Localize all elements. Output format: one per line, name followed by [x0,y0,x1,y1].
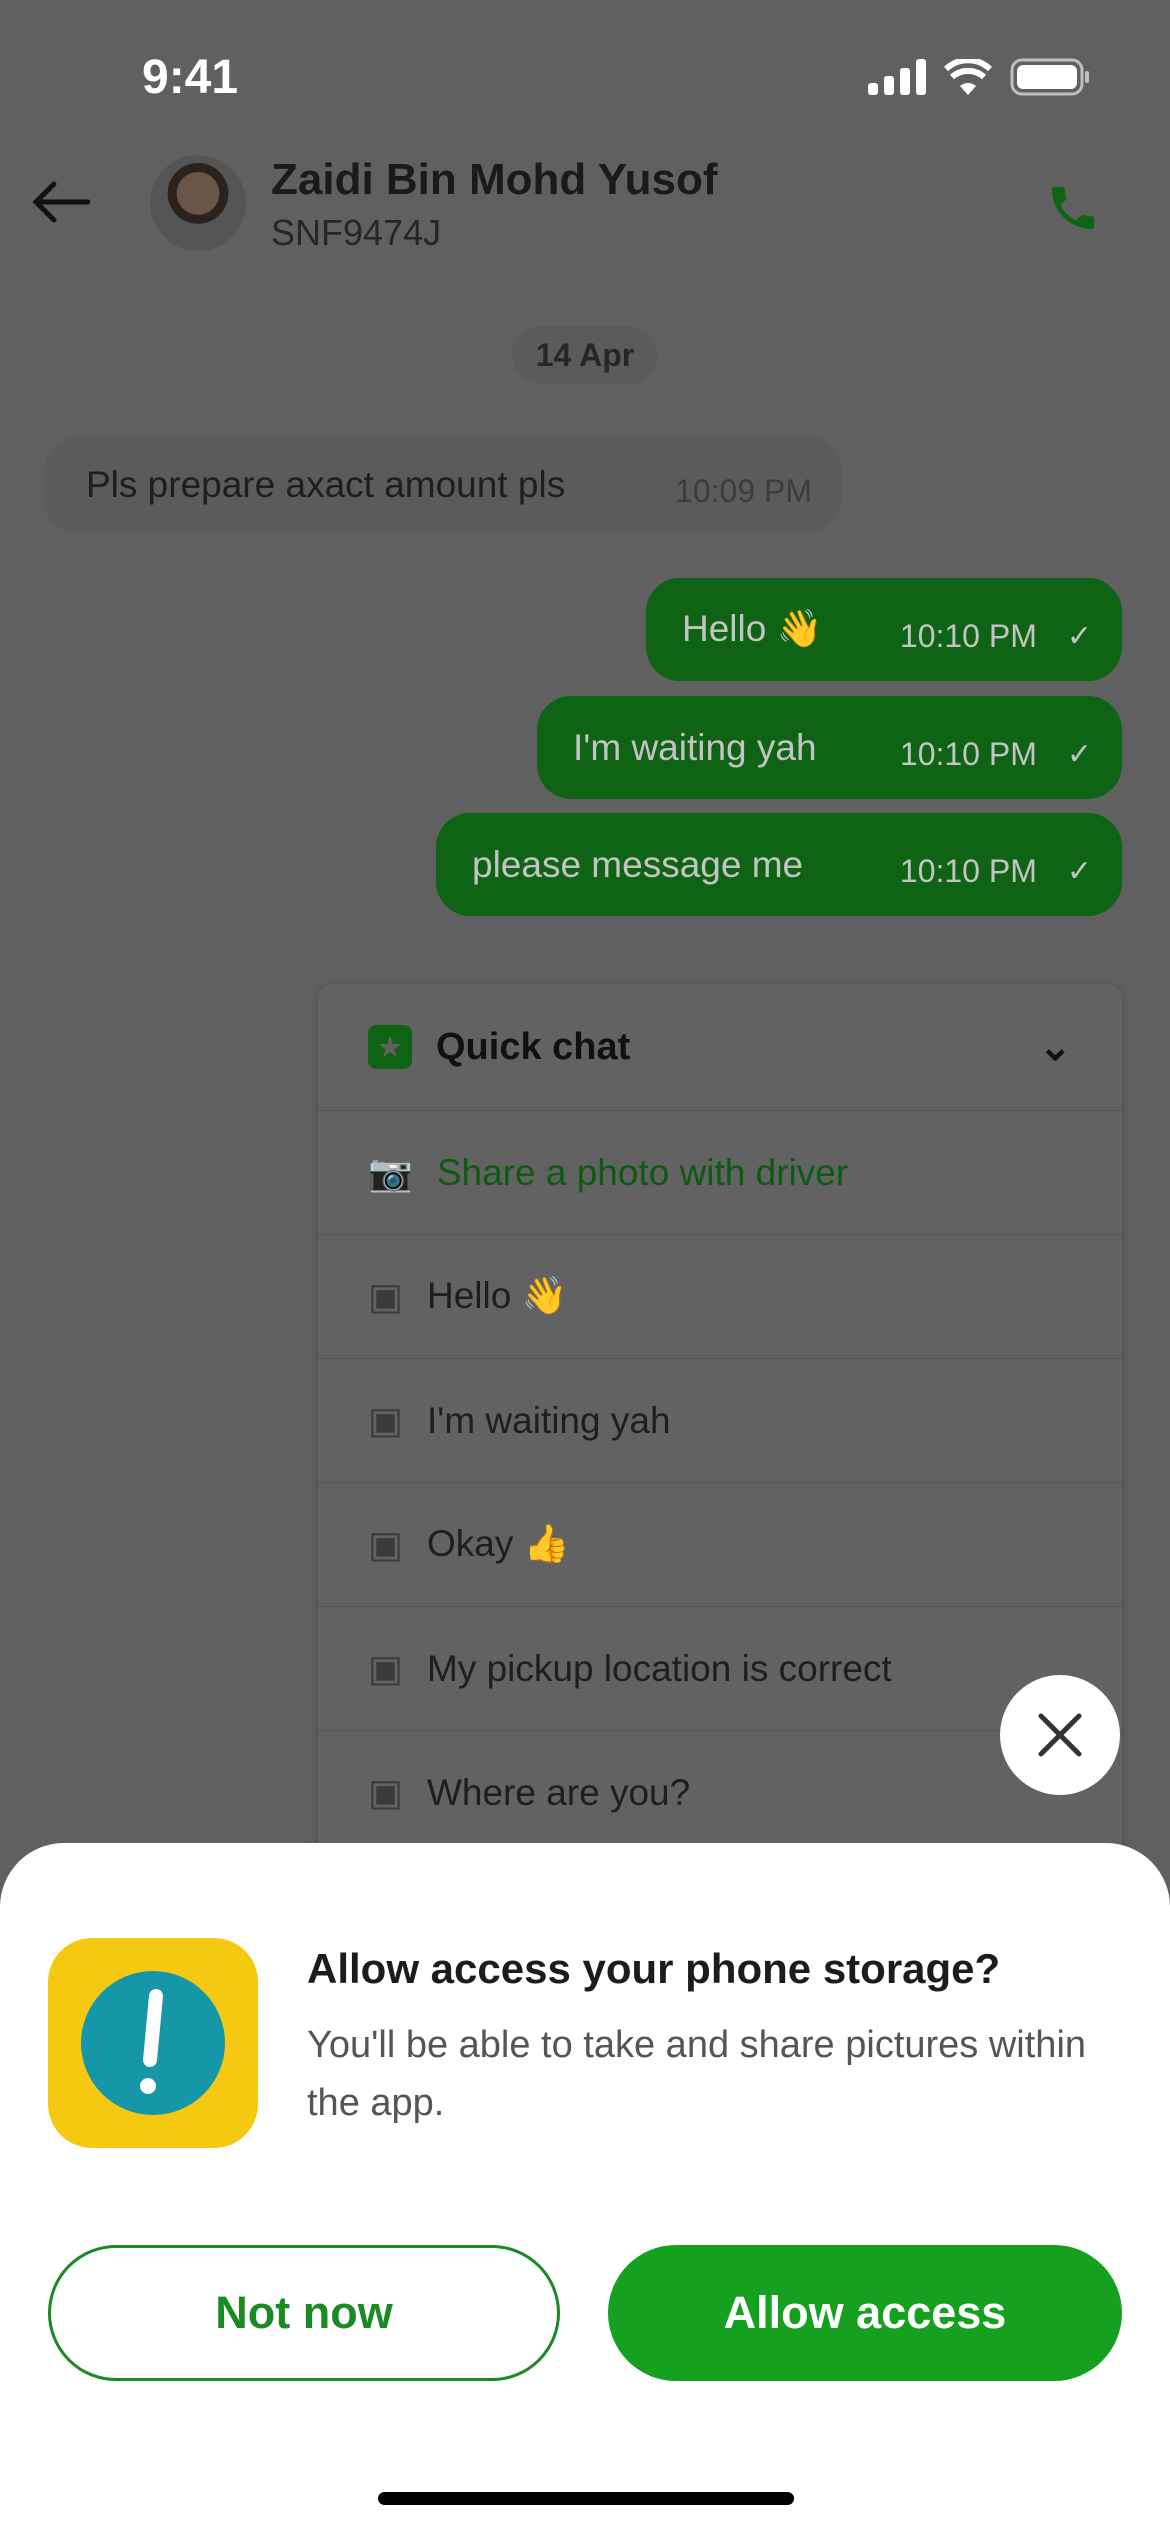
close-icon [1038,1713,1082,1757]
battery-icon [1010,58,1089,96]
allow-access-button[interactable]: Allow access [608,2245,1122,2381]
exclamation-icon [81,1971,225,2115]
message-time: 10:09 PM [675,473,812,509]
message-text: please message me [472,843,804,885]
driver-name: Zaidi Bin Mohd Yusof [271,155,718,204]
dialog-title: Allow access your phone storage? [307,1945,1001,1992]
message-incoming: Pls prepare axact amount pls 10:09 PM [44,436,842,533]
sent-check-icon: ✓ [1066,620,1092,653]
message-text: Hello 👋 [682,608,823,649]
message-icon: ▣ [368,1772,403,1813]
message-outgoing: I'm waiting yah 10:10 PM ✓ [537,696,1122,799]
quick-reply-label: My pickup location is correct [426,1647,892,1689]
quick-reply-item[interactable]: ▣ I'm waiting yah [318,1358,1122,1482]
quick-reply-item[interactable]: ▣ Okay 👍 [318,1482,1122,1606]
quick-reply-item[interactable]: ▣ Hello 👋 [318,1234,1122,1358]
quick-chat-title: Quick chat [436,1025,631,1068]
dialog-description: You'll be able to take and share picture… [307,2024,1087,2124]
sent-check-icon: ✓ [1066,738,1092,771]
close-button[interactable] [1000,1675,1120,1795]
quick-reply-label: Okay 👍 [426,1523,570,1564]
message-text: I'm waiting yah [573,726,817,768]
back-arrow-icon[interactable] [30,180,90,224]
message-time: 10:10 PM [899,736,1037,772]
message-icon: ▣ [368,1648,403,1689]
message-icon: ▣ [368,1276,403,1317]
phone-call-icon[interactable] [1045,178,1101,238]
message-text: Pls prepare axact amount pls [86,463,566,505]
vehicle-plate: SNF9474J [271,212,442,253]
chevron-down-icon[interactable]: ⌄ [1038,1024,1072,1070]
quick-reply-item[interactable]: ▣ My pickup location is correct [318,1606,1122,1730]
message-outgoing: Hello 👋 10:10 PM ✓ [646,578,1122,681]
message-time: 10:10 PM [899,618,1037,654]
share-photo-item[interactable]: 📷 Share a photo with driver [318,1110,1122,1234]
status-icons [868,58,1090,96]
share-photo-label: Share a photo with driver [436,1151,849,1193]
message-time: 10:10 PM [899,853,1037,889]
message-outgoing: please message me 10:10 PM ✓ [436,813,1122,916]
message-icon: ▣ [368,1524,403,1565]
sent-check-icon: ✓ [1066,855,1092,888]
quick-chat-header[interactable]: ★ Quick chat ⌄ [318,984,1122,1110]
camera-icon: 📷 [368,1151,413,1193]
wifi-icon [944,59,992,95]
quick-reply-label: I'm waiting yah [426,1399,671,1441]
home-indicator[interactable] [378,2492,794,2505]
quick-chat-icon: ★ [368,1025,412,1069]
warning-app-icon [48,1938,258,2148]
quick-chat-panel: ★ Quick chat ⌄ 📷 Share a photo with drive… [318,984,1122,1984]
signal-icon [868,59,926,95]
not-now-button[interactable]: Not now [48,2245,560,2381]
quick-reply-label: Where are you? [426,1771,691,1813]
driver-avatar [150,155,246,251]
status-time: 9:41 [142,51,239,104]
message-icon: ▣ [368,1400,403,1441]
date-separator: 14 Apr [512,326,658,384]
quick-reply-label: Hello 👋 [426,1275,568,1316]
